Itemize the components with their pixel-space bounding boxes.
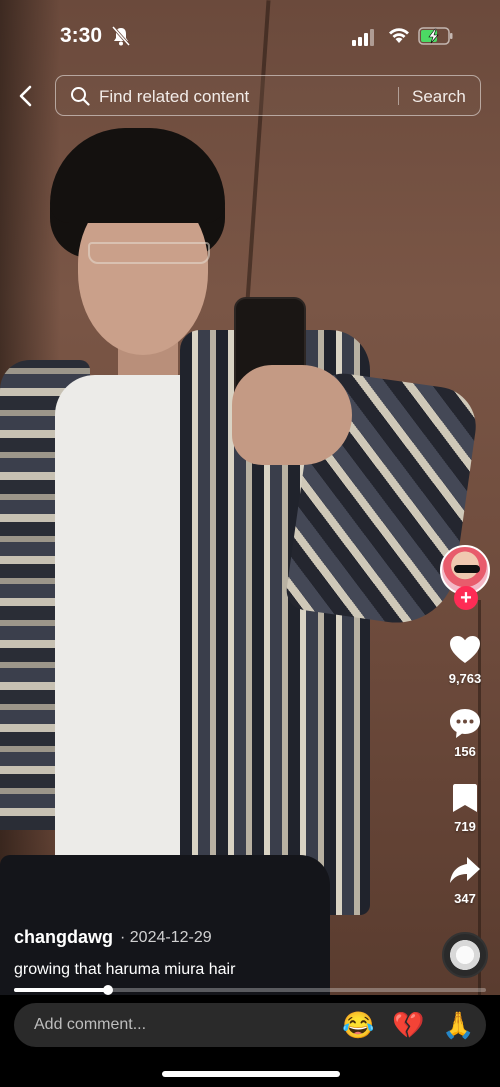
add-comment-field[interactable]: Add comment... 😂 💔 🙏	[14, 1003, 486, 1047]
search-button[interactable]: Search	[412, 87, 466, 107]
hand	[232, 365, 352, 465]
wifi-icon	[389, 28, 409, 43]
pray-emoji-button[interactable]: 🙏	[442, 1011, 474, 1039]
save-button[interactable]: 719	[435, 781, 495, 834]
video-player[interactable]	[0, 0, 500, 995]
progress-fill	[14, 988, 109, 992]
broken-heart-emoji-button[interactable]: 💔	[392, 1011, 424, 1039]
video-progress-bar[interactable]	[14, 985, 486, 995]
bookmark-icon	[453, 784, 477, 812]
chevron-left-icon	[19, 85, 32, 107]
comment-button[interactable]: 156	[435, 706, 495, 759]
signal-icon	[352, 29, 374, 46]
plus-icon: +	[460, 587, 472, 609]
post-caption[interactable]: growing that haruma miura hair	[14, 961, 235, 979]
follow-button[interactable]: +	[454, 586, 478, 610]
share-arrow-icon	[450, 857, 480, 883]
comment-bubble-icon	[450, 709, 480, 738]
battery-charging-icon	[418, 27, 453, 45]
back-button[interactable]	[10, 80, 42, 112]
music-disc-icon[interactable]	[442, 932, 488, 978]
like-button[interactable]: 9,763	[435, 633, 495, 686]
heart-icon	[450, 636, 480, 663]
comment-placeholder[interactable]: Add comment...	[34, 1016, 146, 1034]
search-icon	[71, 87, 90, 106]
save-count: 719	[454, 819, 476, 834]
comment-count: 156	[454, 744, 476, 759]
share-count: 347	[454, 891, 476, 906]
search-input[interactable]: Find related content	[99, 87, 249, 107]
laugh-emoji-button[interactable]: 😂	[342, 1011, 374, 1039]
search-divider	[398, 87, 399, 105]
search-bar[interactable]: Find related content Search	[55, 75, 481, 116]
creator-username[interactable]: changdawg	[14, 927, 113, 948]
status-bar: 3:30	[0, 0, 500, 70]
hair-fringe	[50, 128, 225, 223]
status-time: 3:30	[60, 24, 103, 47]
glasses	[88, 242, 210, 264]
avatar-sunglasses	[454, 565, 480, 573]
post-date: · 2024-12-29	[120, 929, 212, 946]
home-indicator[interactable]	[162, 1071, 340, 1077]
bell-slash-icon	[112, 26, 130, 46]
share-button[interactable]: 347	[435, 853, 495, 906]
like-count: 9,763	[448, 671, 482, 686]
